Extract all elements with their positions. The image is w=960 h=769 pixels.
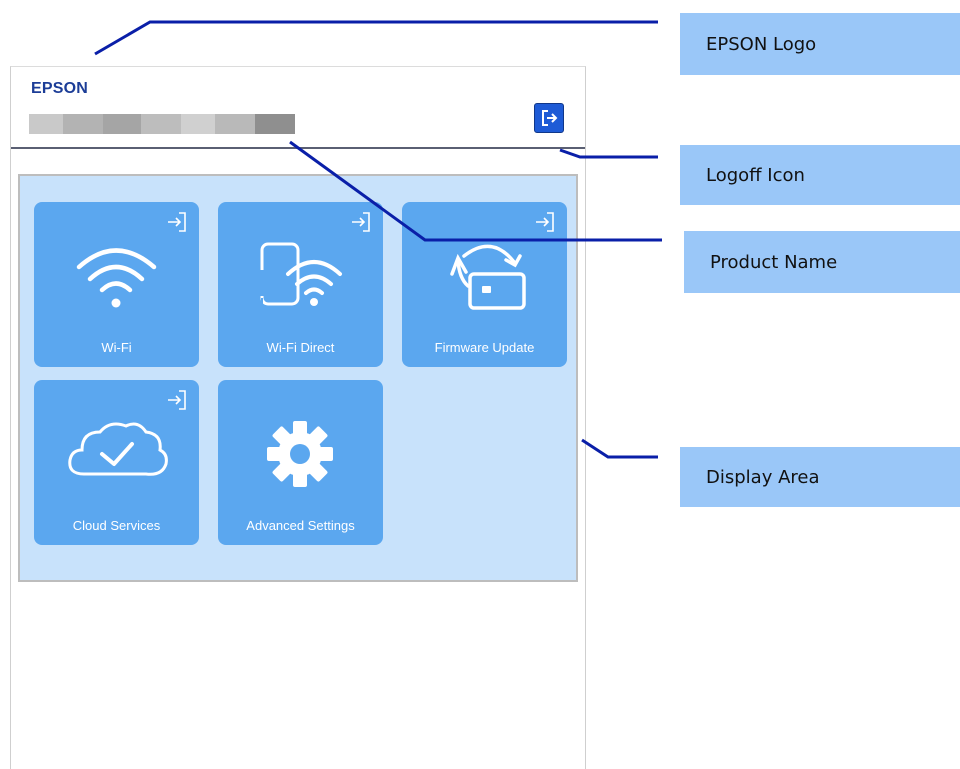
leader-display-area <box>581 438 658 459</box>
leader-lines <box>94 20 662 459</box>
leader-epson-logo <box>94 20 658 56</box>
leader-logoff-icon <box>559 148 658 159</box>
